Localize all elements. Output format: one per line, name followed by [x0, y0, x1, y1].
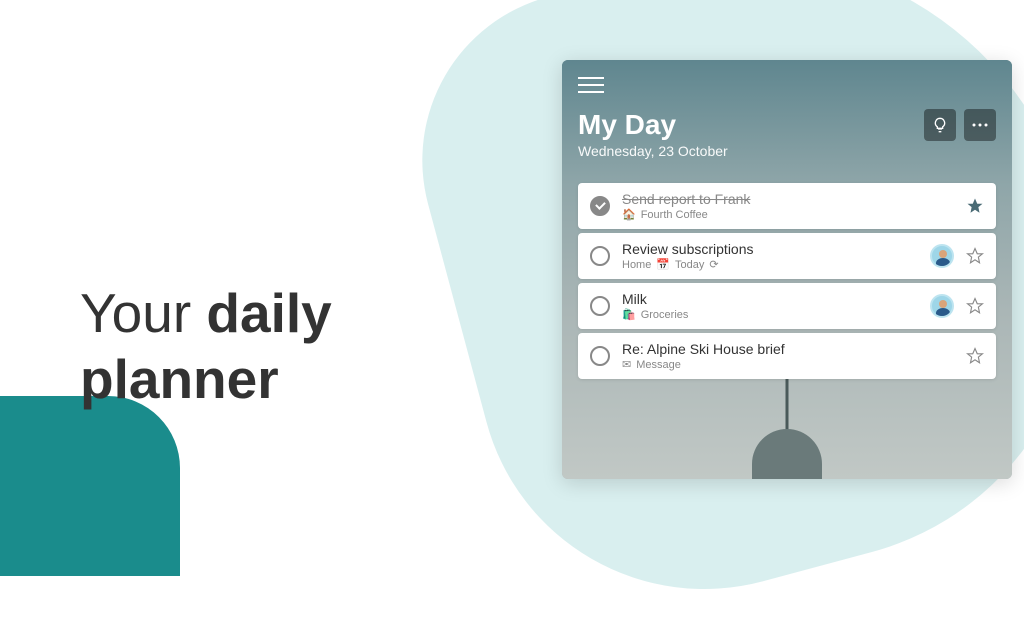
hamburger-menu-button[interactable] — [578, 77, 604, 97]
task-meta-prefix: Home — [622, 259, 651, 271]
task-title: Re: Alpine Ski House brief — [622, 341, 954, 357]
mail-icon: ✉ — [622, 358, 631, 371]
headline-light: Your — [80, 282, 191, 344]
suggestions-button[interactable] — [924, 109, 956, 141]
task-item[interactable]: Milk 🛍️ Groceries — [578, 283, 996, 329]
task-title: Review subscriptions — [622, 241, 918, 257]
list-icon: 🏠 — [622, 208, 636, 221]
task-item[interactable]: Review subscriptions Home 📅 Today ⟳ — [578, 233, 996, 279]
task-meta-text: Today — [675, 259, 704, 271]
more-options-button[interactable] — [964, 109, 996, 141]
page-date: Wednesday, 23 October — [578, 143, 728, 159]
star-icon[interactable] — [966, 297, 984, 315]
task-meta-text: Message — [636, 359, 681, 371]
task-meta-text: Fourth Coffee — [641, 209, 708, 221]
marketing-headline: Your daily planner — [80, 280, 332, 412]
headline-bold-2: planner — [80, 348, 279, 410]
decorative-shape-left — [0, 396, 180, 576]
star-icon[interactable] — [966, 197, 984, 215]
task-item[interactable]: Send report to Frank 🏠 Fourth Coffee — [578, 183, 996, 229]
task-checkbox[interactable] — [590, 346, 610, 366]
app-window: My Day Wednesday, 23 October Send report… — [562, 60, 1012, 479]
assignee-avatar[interactable] — [930, 294, 954, 318]
headline-bold-1: daily — [206, 282, 331, 344]
task-checkbox[interactable] — [590, 246, 610, 266]
page-title: My Day — [578, 109, 728, 141]
task-item[interactable]: Re: Alpine Ski House brief ✉ Message — [578, 333, 996, 379]
task-checkbox[interactable] — [590, 296, 610, 316]
task-title: Send report to Frank — [622, 191, 954, 207]
list-icon: 🛍️ — [622, 308, 636, 321]
star-icon[interactable] — [966, 247, 984, 265]
repeat-icon: ⟳ — [709, 258, 718, 271]
assignee-avatar[interactable] — [930, 244, 954, 268]
task-title: Milk — [622, 291, 918, 307]
task-checkbox[interactable] — [590, 196, 610, 216]
star-icon[interactable] — [966, 347, 984, 365]
task-list: Send report to Frank 🏠 Fourth Coffee Rev… — [578, 183, 996, 379]
calendar-icon: 📅 — [656, 258, 670, 271]
task-meta-text: Groceries — [641, 309, 689, 321]
